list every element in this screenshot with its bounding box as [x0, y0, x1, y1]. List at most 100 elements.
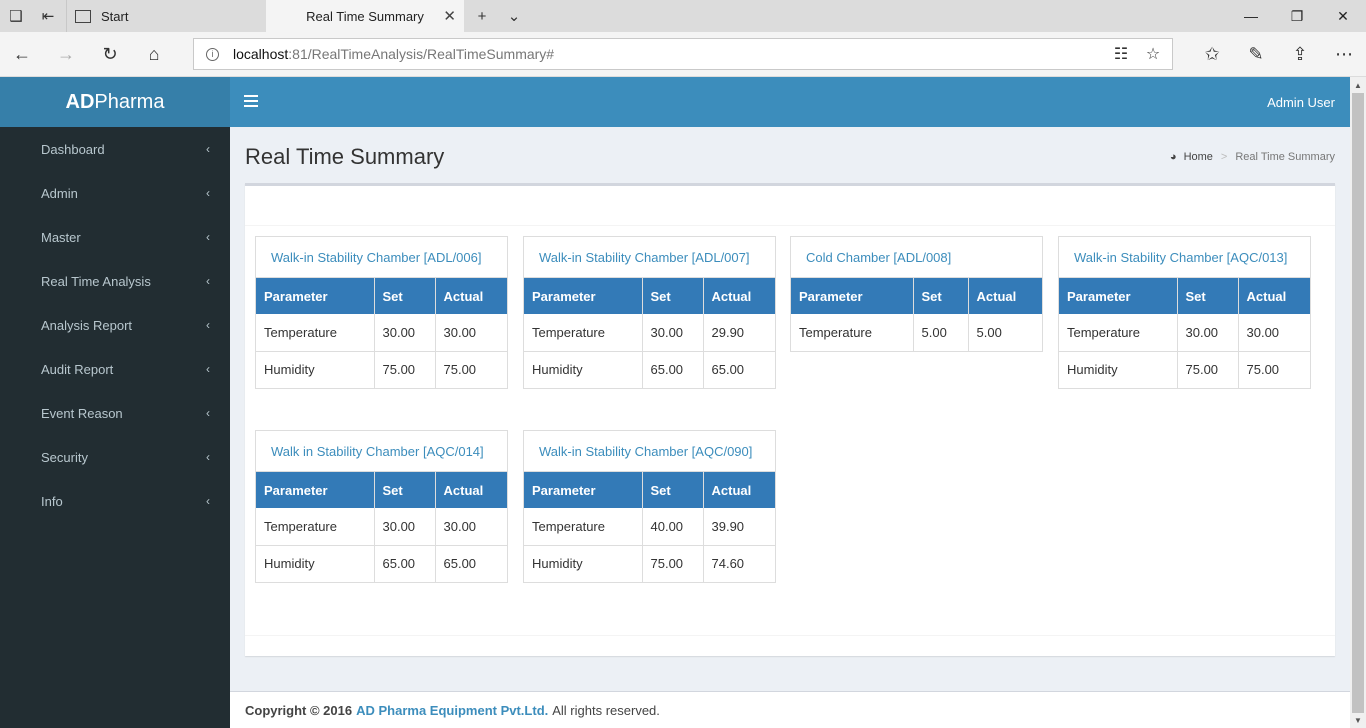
table-cell: Temperature — [524, 314, 643, 351]
restore-icon[interactable]: ❐ — [1274, 0, 1320, 32]
app-header: AD Pharma Admin User — [0, 77, 1350, 127]
table-row: Humidity 65.00 65.00 — [256, 544, 507, 582]
column-header: Set — [913, 278, 969, 314]
pen-icon[interactable]: ✎ — [1234, 32, 1278, 77]
table-cell: 74.60 — [703, 544, 775, 582]
table-cell: Temperature — [256, 314, 375, 351]
close-tab-icon[interactable]: ✕ — [443, 7, 456, 25]
minimize-icon[interactable]: — — [1228, 0, 1274, 32]
sidebar-item-label: Info — [41, 493, 63, 509]
sidebar-item-master[interactable]: Master ‹ — [0, 215, 230, 259]
scroll-down-icon[interactable]: ▼ — [1350, 712, 1366, 728]
sidebar-item-analysis-report[interactable]: Analysis Report ‹ — [0, 303, 230, 347]
home-icon[interactable]: ⌂ — [132, 32, 176, 77]
copyright-text: Copyright © 2016 — [245, 702, 353, 718]
user-menu[interactable]: Admin User — [1267, 77, 1335, 127]
sidebar-item-label: Security — [41, 449, 88, 465]
table-row: Humidity 65.00 65.00 — [524, 350, 775, 388]
table-cell: 65.00 — [374, 544, 436, 582]
more-options-icon[interactable]: ⋯ — [1322, 32, 1366, 77]
tab-label: Start — [101, 8, 129, 24]
sidebar-item-dashboard[interactable]: Dashboard ‹ — [0, 127, 230, 171]
chamber-table: Parameter Set Actual Temperature 30.00 30.… — [256, 278, 507, 388]
page-footer: Copyright © 2016 AD Pharma Equipment Pvt… — [230, 691, 1350, 728]
chevron-down-icon[interactable]: ⌄ — [498, 0, 530, 32]
tab-start[interactable]: Start — [66, 0, 266, 32]
hamburger-menu-icon[interactable] — [244, 94, 258, 108]
sidebar-item-label: Admin — [41, 185, 78, 201]
breadcrumb: ◕ Home > Real Time Summary — [1170, 151, 1335, 163]
table-row: Temperature 30.00 30.00 — [256, 314, 507, 351]
column-header: Parameter — [256, 472, 375, 508]
column-header: Parameter — [256, 278, 375, 314]
chevron-left-icon: ‹ — [206, 142, 210, 156]
content-wrapper: Real Time Summary ◕ Home > Real Time Sum… — [230, 127, 1350, 728]
sidebar-item-real-time-analysis[interactable]: Real Time Analysis ‹ — [0, 259, 230, 303]
chamber-panel: Walk in Stability Chamber [AQC/014] Para… — [255, 430, 508, 583]
company-link[interactable]: AD Pharma Equipment Pvt.Ltd. — [356, 703, 548, 718]
sidebar: Dashboard ‹ Admin ‹ Master ‹ Real Time Anal… — [0, 127, 230, 728]
scroll-thumb[interactable] — [1352, 93, 1364, 713]
refresh-icon[interactable]: ↻ — [88, 32, 132, 77]
new-tab-icon[interactable]: + — [466, 0, 498, 32]
sidebar-item-label: Master — [41, 229, 81, 245]
box-footer — [245, 635, 1335, 656]
chamber-table: Parameter Set Actual Temperature 30.00 29.… — [524, 278, 775, 388]
chevron-left-icon: ‹ — [206, 186, 210, 200]
table-row: Temperature 5.00 5.00 — [791, 314, 1042, 351]
column-header: Actual — [435, 472, 507, 508]
url-field[interactable]: i localhost:81/RealTimeAnalysis/RealTime… — [193, 38, 1173, 70]
favorites-list-icon[interactable]: ✩ — [1190, 32, 1234, 77]
chevron-left-icon: ‹ — [206, 274, 210, 288]
chamber-title: Cold Chamber [ADL/008] — [791, 237, 1042, 278]
summary-box: Walk-in Stability Chamber [ADL/006] Para… — [245, 183, 1335, 656]
share-icon[interactable]: ⇪ — [1278, 32, 1322, 77]
table-cell: 29.90 — [711, 324, 745, 340]
site-info-icon[interactable]: i — [206, 47, 219, 61]
table-cell: 75.00 — [435, 350, 507, 388]
rights-text: All rights reserved. — [552, 702, 660, 718]
chamber-title: Walk in Stability Chamber [AQC/014] — [256, 431, 507, 472]
column-header: Set — [642, 472, 704, 508]
url-path: :81/RealTimeAnalysis/RealTimeSummary# — [288, 46, 555, 62]
column-header: Actual — [435, 278, 507, 314]
box-header — [245, 186, 1335, 226]
column-header: Parameter — [791, 278, 914, 314]
table-cell: Humidity — [1059, 350, 1178, 388]
scroll-up-icon[interactable]: ▲ — [1350, 77, 1366, 93]
favorite-star-icon[interactable]: ☆ — [1138, 39, 1168, 69]
table-row: Humidity 75.00 74.60 — [524, 544, 775, 582]
sidebar-item-admin[interactable]: Admin ‹ — [0, 171, 230, 215]
close-window-icon[interactable]: ✕ — [1320, 0, 1366, 32]
chevron-left-icon: ‹ — [206, 494, 210, 508]
tab-real-time-summary[interactable]: Real Time Summary ✕ — [266, 0, 464, 32]
chamber-panel: Cold Chamber [ADL/008] Parameter Set Act… — [790, 236, 1043, 352]
table-row: Humidity 75.00 75.00 — [256, 350, 507, 388]
chevron-left-icon: ‹ — [206, 318, 210, 332]
table-row: Temperature 30.00 30.00 — [1059, 314, 1310, 351]
page-scrollbar[interactable]: ▲ ▼ — [1350, 77, 1366, 728]
breadcrumb-home[interactable]: Home — [1184, 151, 1213, 163]
table-cell: Temperature — [1059, 314, 1178, 351]
table-cell: 30.00 — [374, 314, 436, 351]
logo-rest: Pharma — [94, 90, 165, 113]
table-cell: 65.00 — [642, 350, 704, 388]
chevron-left-icon: ‹ — [206, 362, 210, 376]
set-aside-tabs-icon[interactable]: ⇤ — [32, 0, 64, 32]
sidebar-item-event-reason[interactable]: Event Reason ‹ — [0, 391, 230, 435]
back-arrow-icon[interactable]: ← — [0, 32, 44, 77]
table-cell: Humidity — [256, 544, 375, 582]
table-cell: 30.00 — [1177, 314, 1239, 351]
start-page-icon — [75, 9, 91, 23]
sidebar-item-audit-report[interactable]: Audit Report ‹ — [0, 347, 230, 391]
tab-manager-icon[interactable]: ❑ — [0, 0, 32, 32]
forward-arrow-icon[interactable]: → — [44, 32, 88, 77]
table-cell: 5.00 — [913, 314, 969, 351]
column-header: Set — [374, 278, 436, 314]
app-logo[interactable]: AD Pharma — [0, 77, 230, 127]
column-header: Set — [642, 278, 704, 314]
table-cell: 30.00 — [443, 324, 477, 340]
reading-view-icon[interactable]: ☷ — [1106, 39, 1136, 69]
sidebar-item-info[interactable]: Info ‹ — [0, 479, 230, 523]
sidebar-item-security[interactable]: Security ‹ — [0, 435, 230, 479]
